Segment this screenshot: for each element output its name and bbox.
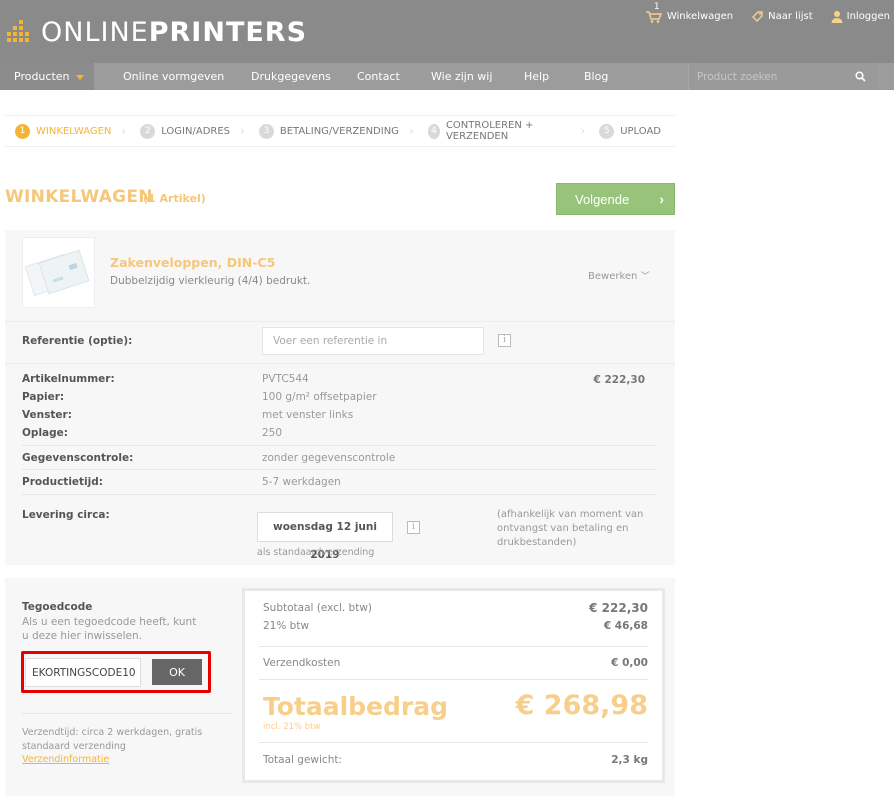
production-value: 5-7 werkdagen: [262, 476, 341, 488]
login-link[interactable]: Inloggen: [831, 10, 890, 23]
nav-contact[interactable]: Contact: [357, 63, 400, 90]
article-label: Artikelnummer:: [22, 373, 115, 385]
step-cart[interactable]: 1 WINKELWAGEN ›: [5, 123, 127, 139]
article-value: PVTC544: [262, 373, 309, 385]
total-value: € 268,98: [515, 690, 648, 721]
logo-text: ONLINEPRINTERS: [41, 16, 308, 48]
production-label: Productietijd:: [22, 476, 103, 488]
step-review[interactable]: 4 CONTROLEREN + VERZENDEN ›: [427, 120, 586, 142]
main-nav: Producten Online vormgeven Drukgegevens …: [0, 63, 894, 90]
nav-about[interactable]: Wie zijn wij: [431, 63, 492, 90]
info-icon[interactable]: i: [407, 521, 420, 534]
reference-input[interactable]: [262, 327, 484, 355]
chevron-right-icon: ›: [240, 124, 245, 138]
cart-link[interactable]: 1 Winkelwagen: [645, 2, 734, 24]
weight-value: 2,3 kg: [611, 754, 648, 766]
divider: [259, 646, 648, 647]
login-link-label: Inloggen: [846, 10, 890, 22]
total-label: Totaalbedrag: [263, 692, 449, 721]
vat-value: € 46,68: [603, 620, 648, 632]
logo-dots-icon: [5, 20, 31, 44]
delivery-date: woensdag 12 juni 2019: [257, 512, 393, 561]
chevron-right-icon: ›: [408, 124, 414, 138]
subtotal-label: Subtotaal (excl. btw): [263, 602, 372, 614]
item-count: (1 Artikel): [143, 192, 206, 205]
paper-label: Papier:: [22, 391, 65, 403]
divider: [22, 713, 232, 714]
chevron-down-icon: [75, 74, 84, 80]
reference-label: Referentie (optie):: [22, 335, 133, 347]
product-thumbnail[interactable]: [22, 237, 95, 308]
divider: [22, 494, 657, 495]
search-box: [688, 63, 878, 90]
datacheck-value: zonder gegevenscontrole: [262, 452, 396, 464]
highlight-box: [21, 651, 211, 693]
nav-blog[interactable]: Blog: [584, 63, 608, 90]
nav-design[interactable]: Online vormgeven: [123, 63, 224, 90]
run-value: 250: [262, 427, 283, 439]
product-name[interactable]: Zakenveloppen, DIN-C5: [110, 255, 275, 270]
cart-link-label: Winkelwagen: [666, 10, 734, 22]
shipping-cost-label: Verzendkosten: [263, 657, 341, 669]
voucher-text: Als u een tegoedcode heeft, kunt u deze …: [22, 616, 197, 642]
step-payment[interactable]: 3 BETALING/VERZENDING ›: [258, 123, 414, 139]
chevron-down-icon: ﹀: [640, 272, 650, 282]
item-price: € 222,30: [593, 374, 645, 386]
nav-products[interactable]: Producten: [0, 63, 94, 90]
search-icon[interactable]: [855, 71, 866, 82]
info-icon[interactable]: i: [498, 334, 511, 347]
divider: [5, 363, 675, 364]
voucher-title: Tegoedcode: [22, 601, 93, 613]
chevron-right-icon: ›: [580, 124, 586, 138]
chevron-right-icon: ›: [121, 124, 127, 138]
checkout-summary-panel: Tegoedcode Als u een tegoedcode heeft, k…: [5, 578, 675, 796]
delivery-type: als standaardverzending: [257, 547, 375, 558]
divider: [259, 742, 648, 743]
page-title: WINKELWAGEN: [5, 187, 153, 207]
shipping-info-link[interactable]: Verzendinformatie: [22, 754, 109, 765]
nav-print-data[interactable]: Drukgegevens: [251, 63, 331, 90]
step-login[interactable]: 2 LOGIN/ADRES ›: [140, 123, 245, 139]
wishlist-link-label: Naar lijst: [768, 10, 813, 22]
shipping-info: Verzendtijd: circa 2 werkdagen, gratis s…: [22, 727, 203, 752]
tag-icon: [752, 10, 763, 22]
datacheck-label: Gegevenscontrole:: [22, 452, 134, 464]
next-button[interactable]: Volgende ›: [556, 183, 675, 215]
run-label: Oplage:: [22, 427, 68, 439]
divider: [5, 321, 675, 322]
paper-value: 100 g/m² offsetpapier: [262, 391, 377, 403]
user-icon: [831, 10, 843, 23]
window-value: met venster links: [262, 409, 354, 421]
cart-icon: 1: [645, 2, 663, 24]
search-input[interactable]: [689, 63, 849, 90]
product-description: Dubbelzijdig vierkleurig (4/4) bedrukt.: [110, 275, 311, 287]
vat-label: 21% btw: [263, 620, 310, 632]
order-summary: Subtotaal (excl. btw) € 222,30 21% btw €…: [242, 588, 665, 783]
delivery-note: (afhankelijk van moment van ontvangst va…: [497, 509, 644, 548]
delivery-label: Levering circa:: [22, 509, 110, 521]
divider: [259, 679, 648, 680]
window-label: Venster:: [22, 409, 72, 421]
shipping-cost-value: € 0,00: [611, 657, 648, 669]
step-upload[interactable]: 5 UPLOAD: [599, 123, 661, 139]
edit-dropdown[interactable]: Bewerken ﹀: [588, 269, 650, 282]
weight-label: Totaal gewicht:: [263, 754, 343, 766]
wishlist-link[interactable]: Naar lijst: [751, 10, 813, 23]
cart-count-badge: 1: [653, 2, 660, 12]
product-panel: Zakenveloppen, DIN-C5 Dubbelzijdig vierk…: [5, 230, 675, 565]
checkout-steps: 1 WINKELWAGEN › 2 LOGIN/ADRES › 3 BETALING/VE…: [5, 115, 675, 147]
chevron-right-icon: ›: [659, 191, 664, 207]
logo[interactable]: ONLINEPRINTERS: [5, 16, 308, 48]
total-vat-note: incl. 21% btw: [263, 722, 321, 732]
subtotal-value: € 222,30: [589, 601, 648, 615]
nav-help[interactable]: Help: [524, 63, 549, 90]
divider: [22, 469, 657, 470]
divider: [22, 445, 657, 446]
top-header: ONLINEPRINTERS 1 Winkelwagen Naar lijst …: [0, 0, 894, 63]
